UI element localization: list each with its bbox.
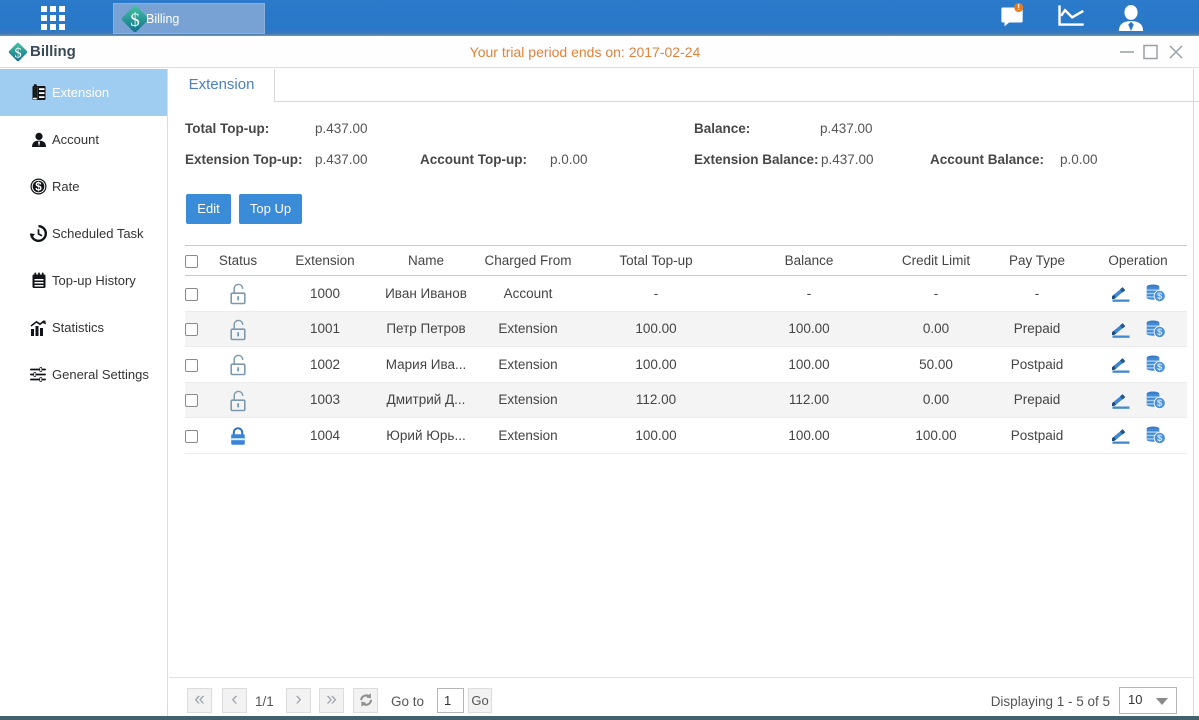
svg-text:$: $ [35,182,42,194]
svg-text:$: $ [130,10,140,31]
svg-text:!: ! [1017,3,1020,12]
